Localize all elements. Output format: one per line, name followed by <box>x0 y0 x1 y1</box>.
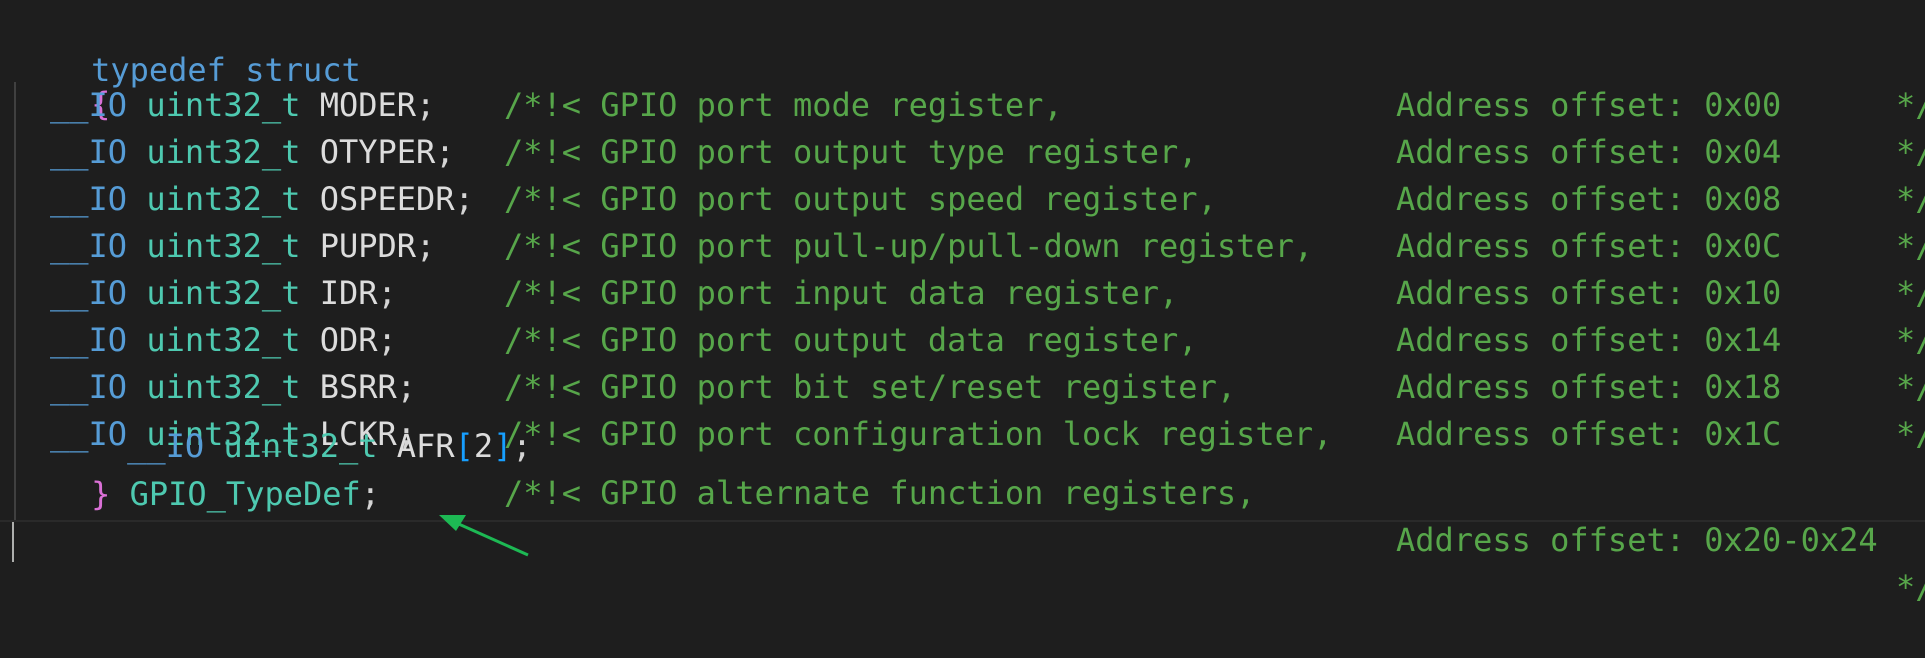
code-editor[interactable]: typedef struct { __IO uint32_t MODER;/*!… <box>0 0 1925 606</box>
arrow-icon <box>439 515 529 557</box>
